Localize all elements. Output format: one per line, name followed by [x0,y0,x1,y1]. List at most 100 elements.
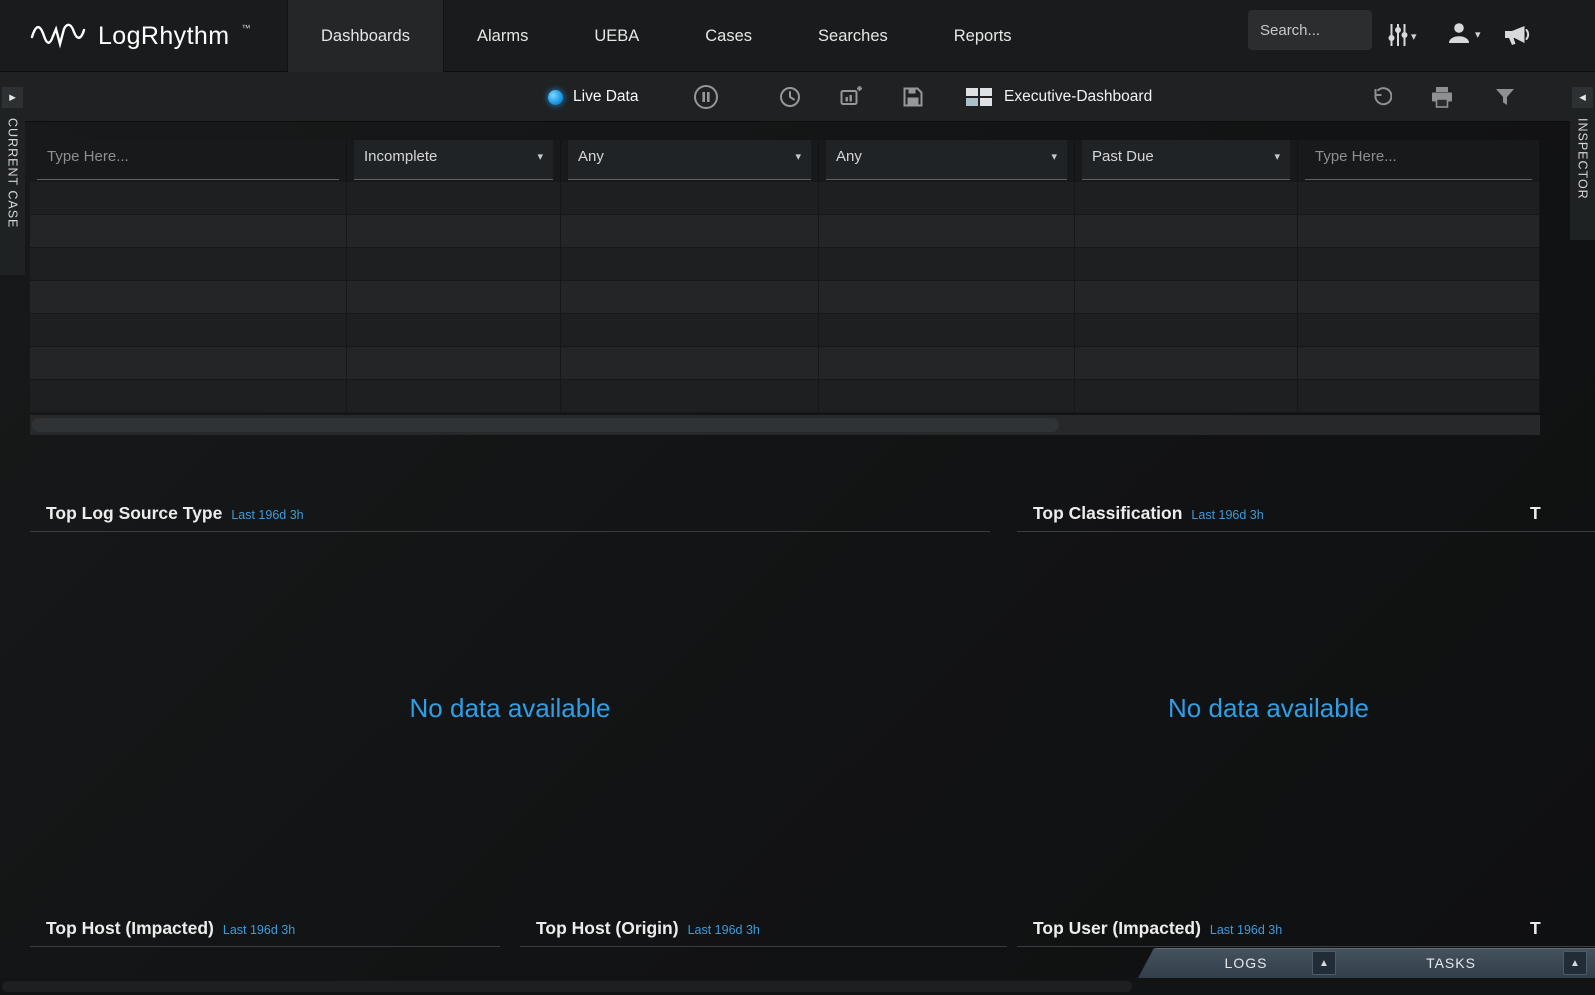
caret-down-icon: ▾ [1051,150,1057,163]
widget-partial-right: T [1514,497,1595,532]
logs-drawer-tab[interactable]: LOGS [1216,948,1276,978]
live-data-toggle[interactable]: Live Data [548,72,638,122]
table-cell [1075,182,1298,215]
tab-searches[interactable]: Searches [785,0,921,72]
table-cell [561,215,819,248]
table-row[interactable] [30,380,1540,413]
logrhythm-wave-icon [30,21,86,51]
table-cell [819,281,1075,314]
table-cell [30,182,347,215]
table-cell [819,380,1075,413]
dashboard-toolbar: Live Data [0,72,1595,122]
table-cell [819,182,1075,215]
table-cell [1298,248,1540,281]
table-cell [819,215,1075,248]
expand-inspector-button[interactable]: ◀ [1572,87,1593,108]
table-cell [819,314,1075,347]
status-filter-value: Incomplete [364,148,437,165]
table-cell [819,248,1075,281]
table-row[interactable] [30,182,1540,215]
add-widget-button[interactable] [839,85,863,109]
table-cell [30,248,347,281]
scrollbar-thumb[interactable] [32,418,1059,432]
table-row[interactable] [30,281,1540,314]
filter-button[interactable] [1494,86,1516,108]
logs-expand-button[interactable]: ▲ [1312,951,1336,975]
table-cell [347,281,561,314]
logrhythm-logo: LogRhythm ™ [30,0,250,72]
page-horizontal-scrollbar[interactable] [0,978,1595,995]
tab-reports[interactable]: Reports [921,0,1045,72]
inspector-panel-tab[interactable]: ◀ INSPECTOR [1570,85,1595,240]
drawer-background [1138,948,1595,978]
current-case-panel-tab[interactable]: ▶ CURRENT CASE [0,85,25,275]
search-input[interactable]: Search... [1248,10,1372,50]
table-row[interactable] [30,314,1540,347]
table-cell [347,248,561,281]
user-icon [1446,20,1472,46]
widget-time-range[interactable]: Last 196d 3h [1210,923,1282,937]
table-cell [347,314,561,347]
widget-time-range[interactable]: Last 196d 3h [1191,508,1263,522]
table-cell [561,248,819,281]
no-data-text: No data available [410,693,611,724]
chevron-left-icon: ◀ [1579,92,1586,103]
filter-text-input[interactable]: Type Here... [37,140,339,180]
arrow-up-icon: ▲ [1319,958,1329,969]
dashboard-selector[interactable]: Executive-Dashboard [966,72,1152,122]
tab-ueba[interactable]: UEBA [561,0,672,72]
widget-title: T [1530,503,1541,524]
tab-alarms[interactable]: Alarms [444,0,561,72]
announcements-button[interactable] [1502,22,1532,48]
caret-down-icon: ▾ [1475,28,1481,41]
table-filter-row: Type Here... Incomplete ▾ Any ▾ Any ▾ [30,140,1540,182]
tab-dashboards[interactable]: Dashboards [287,0,444,72]
table-cell [561,314,819,347]
brand-name: LogRhythm [98,22,229,51]
bottom-drawer-bar: LOGS ▲ TASKS ▲ [0,948,1595,978]
caret-down-icon: ▾ [795,150,801,163]
table-row[interactable] [30,248,1540,281]
widget-time-range[interactable]: Last 196d 3h [223,923,295,937]
widget-title: Top Classification [1033,503,1182,524]
due-date-filter-select[interactable]: Past Due ▾ [1082,140,1290,180]
status-filter-select[interactable]: Incomplete ▾ [354,140,553,180]
widget-title: T [1530,918,1541,939]
table-horizontal-scrollbar[interactable] [30,415,1540,435]
table-cell [561,380,819,413]
widget-time-range[interactable]: Last 196d 3h [688,923,760,937]
table-cell [1075,281,1298,314]
scrollbar-thumb[interactable] [2,981,1132,992]
settings-sliders-button[interactable]: ▾ [1388,22,1417,48]
widget-top-classification: Top Classification Last 196d 3h No data … [1017,497,1520,884]
widget-header: Top Host (Impacted) Last 196d 3h [30,912,500,947]
table-cell [1298,347,1540,380]
megaphone-icon [1502,22,1532,48]
table-cell [30,380,347,413]
table-cell [1075,380,1298,413]
filter-select-any-2[interactable]: Any ▾ [826,140,1067,180]
widget-body: No data available [30,532,990,884]
filter-select-any-1[interactable]: Any ▾ [568,140,811,180]
widget-time-range[interactable]: Last 196d 3h [231,508,303,522]
table-row[interactable] [30,347,1540,380]
table-row[interactable] [30,215,1540,248]
tasks-drawer-tab[interactable]: TASKS [1416,948,1486,978]
user-menu-button[interactable]: ▾ [1446,20,1481,46]
widget-title: Top Host (Impacted) [46,918,214,939]
pause-button[interactable] [693,84,719,110]
caret-down-icon: ▾ [537,150,543,163]
widget-title: Top Host (Origin) [536,918,679,939]
reset-button[interactable] [1370,86,1392,108]
tab-cases[interactable]: Cases [672,0,785,72]
widget-header: Top Log Source Type Last 196d 3h [30,497,990,532]
widget-top-user-impacted: Top User (Impacted) Last 196d 3h [1017,912,1520,947]
filter-text-input-2[interactable]: Type Here... [1305,140,1532,180]
table-cell [30,347,347,380]
print-button[interactable] [1430,86,1454,108]
tasks-expand-button[interactable]: ▲ [1563,951,1587,975]
time-range-button[interactable] [779,86,801,108]
table-cell [1075,347,1298,380]
expand-current-case-button[interactable]: ▶ [2,87,23,108]
save-dashboard-button[interactable] [901,85,925,109]
